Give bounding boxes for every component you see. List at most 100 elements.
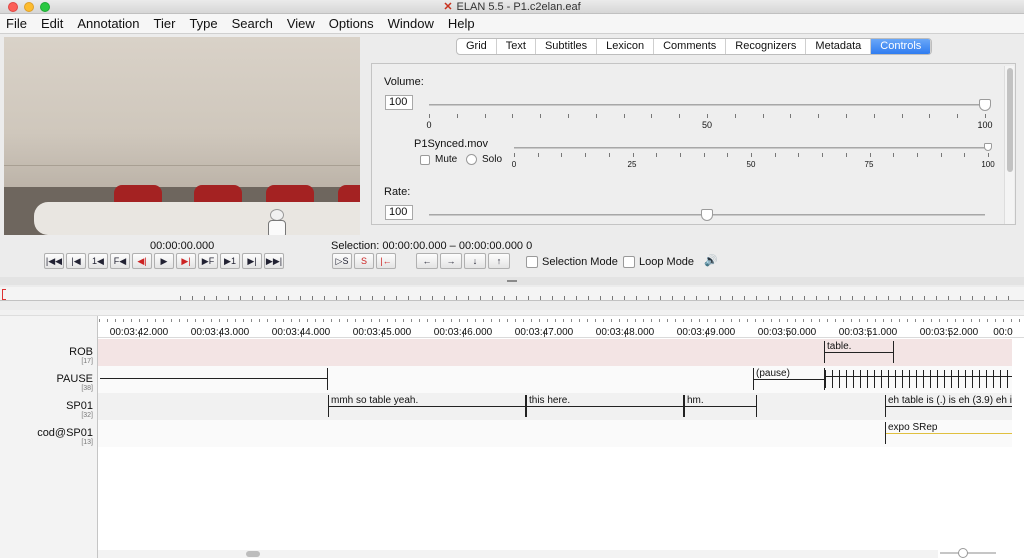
annotation[interactable]: expo SRep xyxy=(885,422,1012,444)
video-player[interactable] xyxy=(4,37,360,235)
tier-row-rob[interactable]: table. xyxy=(98,339,1012,366)
navigation-arrows: ← → ↓ ↑ xyxy=(416,253,510,269)
pause-dense-annotations[interactable] xyxy=(825,370,1012,388)
tab-subtitles[interactable]: Subtitles xyxy=(536,39,598,54)
menu-help[interactable]: Help xyxy=(448,16,475,31)
slider-tick xyxy=(901,114,903,118)
tab-grid[interactable]: Grid xyxy=(457,39,497,54)
annotation[interactable]: hm. xyxy=(684,395,757,417)
previous-frame-button[interactable]: F◀ xyxy=(110,253,130,269)
tier-name-pause[interactable]: PAUSE xyxy=(57,373,93,385)
volume-slider-thumb[interactable] xyxy=(979,99,991,111)
go-to-end-button[interactable]: ▶▶| xyxy=(264,253,284,269)
tab-text[interactable]: Text xyxy=(497,39,536,54)
zoom-slider[interactable] xyxy=(940,548,996,558)
previous-pixel-button[interactable]: ◀| xyxy=(132,253,152,269)
annotation[interactable]: eh table is (.) is eh (3.9) eh is xyxy=(885,395,1012,417)
solo-radio[interactable] xyxy=(466,154,477,165)
next-second-button[interactable]: ▶1 xyxy=(220,253,240,269)
file-volume-slider-thumb[interactable] xyxy=(984,143,992,151)
play-button[interactable]: ▶ xyxy=(154,253,174,269)
play-selection-button[interactable]: ▷S xyxy=(332,253,352,269)
arrow-up-button[interactable]: ↑ xyxy=(488,253,510,269)
splitter-grip-icon[interactable] xyxy=(507,280,517,282)
ruler-minor-tick xyxy=(987,319,988,322)
tab-lexicon[interactable]: Lexicon xyxy=(597,39,655,54)
tab-controls[interactable]: Controls xyxy=(871,39,932,54)
tab-comments[interactable]: Comments xyxy=(654,39,727,54)
window-titlebar: ✕ ELAN 5.5 - P1.c2elan.eaf xyxy=(0,0,1024,14)
menu-file[interactable]: File xyxy=(6,16,27,31)
menu-type[interactable]: Type xyxy=(189,16,217,31)
menu-window[interactable]: Window xyxy=(388,16,434,31)
ruler-label: 00:03:47.000 xyxy=(514,327,574,338)
ruler-minor-tick xyxy=(1019,319,1020,322)
volume-slider-track[interactable] xyxy=(429,104,985,106)
selection-display: Selection: 00:00:00.000 – 00:00:00.000 0 xyxy=(331,240,533,252)
tier-row-sp01[interactable]: mmh so table yeah. this here. hm. eh tab… xyxy=(98,393,1012,420)
arrow-left-button[interactable]: ← xyxy=(416,253,438,269)
mute-checkbox[interactable] xyxy=(420,155,430,165)
selection-begin-button[interactable]: |← xyxy=(376,253,396,269)
clear-selection-button[interactable]: S xyxy=(354,253,374,269)
next-frame-button[interactable]: ▶F xyxy=(198,253,218,269)
speaker-icon[interactable]: 🔊 xyxy=(704,254,718,267)
previous-scrollview-button[interactable]: |◀ xyxy=(66,253,86,269)
maximize-window-button[interactable] xyxy=(40,2,50,12)
rate-slider-thumb[interactable] xyxy=(701,209,713,221)
ruler-minor-tick xyxy=(491,319,492,322)
zoom-slider-thumb[interactable] xyxy=(958,548,968,558)
menu-annotation[interactable]: Annotation xyxy=(77,16,139,31)
ruler-minor-tick xyxy=(587,319,588,322)
annotation[interactable]: this here. xyxy=(526,395,684,417)
tab-metadata[interactable]: Metadata xyxy=(806,39,872,54)
timeline-horizontal-scrollbar[interactable] xyxy=(98,550,938,558)
ruler-minor-tick xyxy=(571,319,572,322)
arrow-right-button[interactable]: → xyxy=(440,253,462,269)
tier-count-cod-sp01: [13] xyxy=(81,439,93,446)
annotation[interactable]: table. xyxy=(824,341,894,363)
annotation[interactable] xyxy=(100,368,328,390)
menu-search[interactable]: Search xyxy=(232,16,273,31)
ruler-minor-tick xyxy=(123,319,124,322)
rate-value-field[interactable]: 100 xyxy=(385,205,413,220)
ruler-minor-tick xyxy=(971,319,972,322)
menu-view[interactable]: View xyxy=(287,16,315,31)
annotation[interactable]: mmh so table yeah. xyxy=(328,395,526,417)
controls-scrollbar[interactable] xyxy=(1004,66,1014,224)
annotation[interactable]: (pause) xyxy=(753,368,825,390)
tier-row-cod-sp01[interactable]: expo SRep xyxy=(98,420,1012,447)
timeline-viewer[interactable]: ROB [17] PAUSE [38] SP01 [32] cod@SP01 [… xyxy=(0,316,1024,558)
volume-value-field[interactable]: 100 xyxy=(385,95,413,110)
timeline-overview[interactable] xyxy=(0,287,1024,301)
go-to-begin-button[interactable]: |◀◀ xyxy=(44,253,64,269)
slider-tick xyxy=(514,153,515,157)
timeline-scrollbar-knob[interactable] xyxy=(246,551,260,557)
menu-options[interactable]: Options xyxy=(329,16,374,31)
time-ruler[interactable]: 00:03:42.000 00:03:43.000 00:03:44.000 0… xyxy=(98,316,1024,338)
file-volume-slider-track[interactable] xyxy=(514,147,988,149)
ruler-label: 00:03:51.000 xyxy=(838,327,898,338)
ruler-label: 00:03:44.000 xyxy=(271,327,331,338)
controls-scrollbar-knob[interactable] xyxy=(1007,68,1013,172)
menu-tier[interactable]: Tier xyxy=(154,16,176,31)
previous-second-button[interactable]: 1◀ xyxy=(88,253,108,269)
tab-recognizers[interactable]: Recognizers xyxy=(726,39,807,54)
menu-edit[interactable]: Edit xyxy=(41,16,63,31)
ruler-minor-tick xyxy=(275,319,276,322)
ruler-minor-tick xyxy=(763,319,764,322)
loop-mode-checkbox[interactable] xyxy=(623,256,635,268)
tier-name-sp01[interactable]: SP01 xyxy=(66,400,93,412)
tier-name-rob[interactable]: ROB xyxy=(69,346,93,358)
tier-row-pause[interactable]: (pause) xyxy=(98,366,1012,393)
selection-mode-checkbox[interactable] xyxy=(526,256,538,268)
ruler-minor-tick xyxy=(963,319,964,322)
close-window-button[interactable] xyxy=(8,2,18,12)
next-scrollview-button[interactable]: ▶| xyxy=(242,253,262,269)
slider-tick xyxy=(540,114,542,118)
arrow-down-button[interactable]: ↓ xyxy=(464,253,486,269)
next-pixel-button[interactable]: ▶| xyxy=(176,253,196,269)
ruler-minor-tick xyxy=(995,319,996,322)
minimize-window-button[interactable] xyxy=(24,2,34,12)
tier-name-cod-sp01[interactable]: cod@SP01 xyxy=(37,427,93,439)
